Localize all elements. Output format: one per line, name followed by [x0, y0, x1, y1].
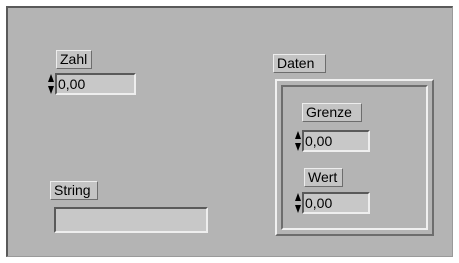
down-arrow-icon[interactable] — [294, 205, 301, 213]
string-label: String — [50, 181, 98, 200]
wert-label: Wert — [304, 168, 343, 187]
grenze-numeric-control[interactable]: 0,00 — [294, 130, 383, 152]
grenze-label: Grenze — [302, 103, 362, 122]
zahl-numeric-control[interactable]: 0,00 — [47, 73, 136, 95]
up-arrow-icon[interactable] — [294, 131, 301, 139]
wert-spinner[interactable] — [294, 193, 301, 213]
grenze-input[interactable]: 0,00 — [302, 130, 370, 152]
zahl-spinner[interactable] — [47, 74, 54, 94]
daten-label: Daten — [273, 54, 326, 73]
grenze-spinner[interactable] — [294, 131, 301, 151]
up-arrow-icon[interactable] — [294, 193, 301, 201]
string-input[interactable] — [54, 207, 208, 233]
wert-input[interactable]: 0,00 — [302, 192, 370, 214]
zahl-input[interactable]: 0,00 — [55, 73, 136, 95]
up-arrow-icon[interactable] — [47, 74, 54, 82]
daten-cluster: Grenze 0,00 Wert 0,00 — [275, 79, 434, 236]
wert-numeric-control[interactable]: 0,00 — [294, 192, 383, 214]
down-arrow-icon[interactable] — [47, 86, 54, 94]
front-panel: Zahl 0,00 String Daten Grenze 0,00 Wert — [6, 6, 453, 257]
down-arrow-icon[interactable] — [294, 143, 301, 151]
daten-cluster-inner: Grenze 0,00 Wert 0,00 — [281, 85, 428, 230]
zahl-label: Zahl — [56, 50, 92, 69]
